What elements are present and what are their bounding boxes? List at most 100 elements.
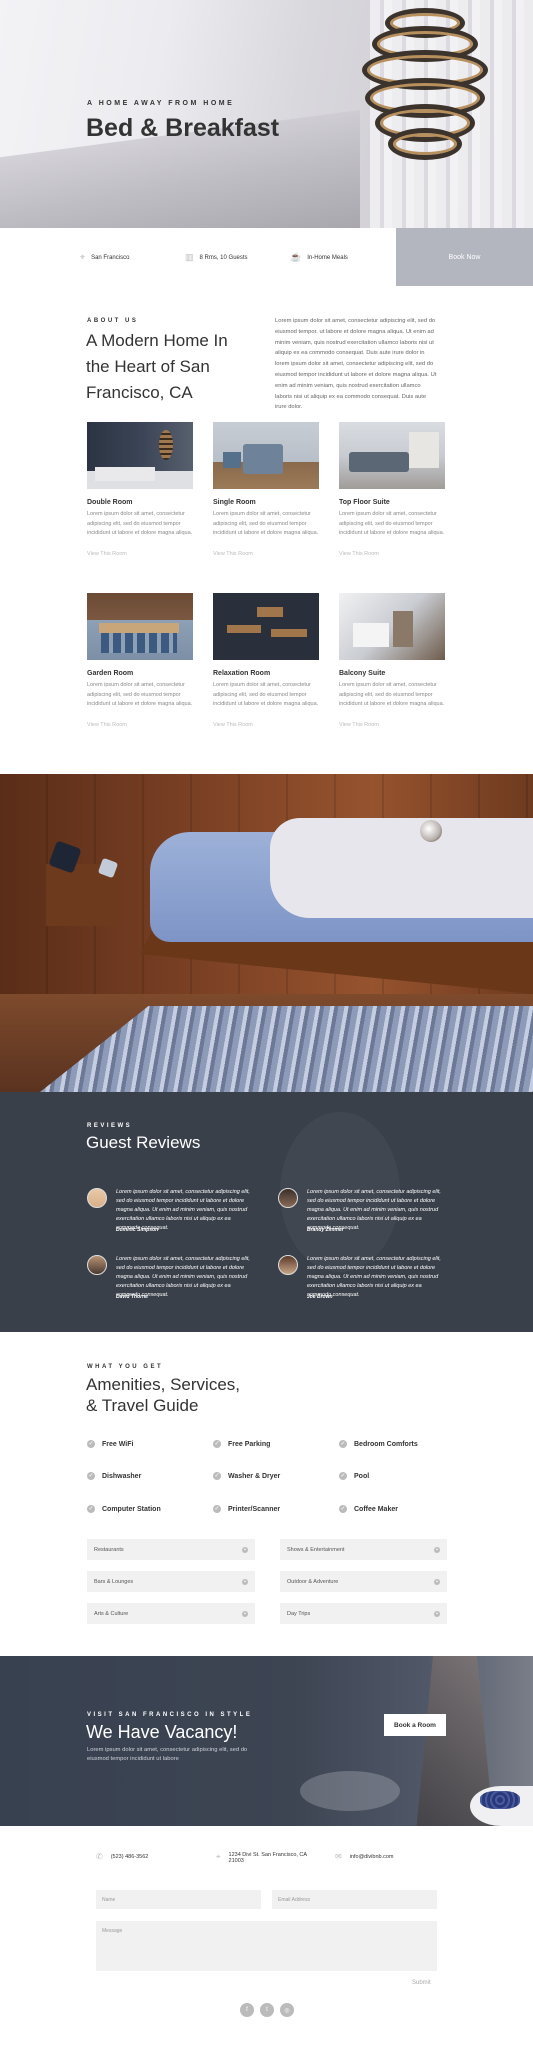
coffee-icon: ☕ bbox=[290, 252, 302, 262]
room-desc: Lorem ipsum dolor sit amet, consectetur … bbox=[213, 682, 319, 707]
about-body: Lorem ipsum dolor sit amet, consectetur … bbox=[275, 318, 437, 411]
guide-label: Bars & Lounges bbox=[94, 1578, 134, 1585]
check-icon: ✓ bbox=[87, 1440, 95, 1448]
guide-toggle-arts[interactable]: Arts & Culture + bbox=[87, 1603, 255, 1624]
reviewer-name: David Thorne bbox=[116, 1294, 148, 1300]
info-rooms: ▥ 8 Rms, 10 Guests bbox=[185, 252, 248, 263]
amenity-label: Printer/Scanner bbox=[228, 1505, 281, 1513]
message-textarea[interactable]: Message bbox=[96, 1921, 437, 1971]
amenity-item: ✓ Dishwasher bbox=[87, 1472, 141, 1480]
name-input[interactable]: Name bbox=[96, 1890, 261, 1909]
twitter-icon[interactable]: t bbox=[260, 2003, 274, 2017]
amenities-title-line1: Amenities, Services, bbox=[86, 1375, 240, 1394]
hero-title: Bed & Breakfast bbox=[86, 114, 280, 142]
amenity-label: Pool bbox=[354, 1472, 370, 1480]
amenity-label: Free WiFi bbox=[102, 1440, 134, 1448]
reviews-section bbox=[0, 1092, 533, 1332]
view-room-link[interactable]: View This Room bbox=[339, 722, 379, 728]
phone-icon: ✆ bbox=[96, 1852, 103, 1861]
building-icon: ▥ bbox=[185, 252, 194, 262]
guide-label: Arts & Culture bbox=[94, 1610, 129, 1617]
plus-icon: + bbox=[242, 1546, 248, 1553]
plus-icon: + bbox=[434, 1578, 440, 1585]
guide-label: Restaurants bbox=[94, 1546, 124, 1553]
room-desc: Lorem ipsum dolor sit amet, consectetur … bbox=[87, 511, 193, 536]
book-a-room-button[interactable]: Book a Room bbox=[384, 1714, 446, 1736]
vacancy-body: Lorem ipsum dolor sit amet, consectetur … bbox=[87, 1747, 248, 1762]
info-location-label: San Francisco bbox=[91, 254, 130, 261]
room-title: Single Room bbox=[213, 499, 256, 506]
check-icon: ✓ bbox=[213, 1505, 221, 1513]
book-now-button[interactable]: Book Now bbox=[396, 228, 533, 286]
room-title: Double Room bbox=[87, 499, 133, 506]
view-room-link[interactable]: View This Room bbox=[87, 722, 127, 728]
hero-eyebrow: A HOME AWAY FROM HOME bbox=[87, 100, 235, 107]
check-icon: ✓ bbox=[339, 1505, 347, 1513]
map-pin-icon: ⌖ bbox=[216, 1852, 221, 1861]
room-image-relaxation[interactable] bbox=[213, 593, 319, 660]
instagram-icon[interactable]: ◎ bbox=[280, 2003, 294, 2017]
amenity-item: ✓ Washer & Dryer bbox=[213, 1472, 280, 1480]
facebook-icon[interactable]: f bbox=[240, 2003, 254, 2017]
guide-toggle-outdoor[interactable]: Outdoor & Adventure + bbox=[280, 1571, 447, 1592]
check-icon: ✓ bbox=[339, 1472, 347, 1480]
about-title: A Modern Home In the Heart of San Franci… bbox=[86, 331, 228, 402]
view-room-link[interactable]: View This Room bbox=[213, 722, 253, 728]
amenity-label: Coffee Maker bbox=[354, 1505, 398, 1513]
info-meals: ☕ In-Home Meals bbox=[290, 252, 348, 263]
check-icon: ✓ bbox=[87, 1472, 95, 1480]
contact-phone-label: (523) 486-3562 bbox=[110, 1853, 149, 1860]
map-pin-icon: ⌖ bbox=[80, 252, 86, 262]
amenity-item: ✓ Bedroom Comforts bbox=[339, 1440, 418, 1448]
guide-label: Day Trips bbox=[287, 1610, 311, 1617]
room-image-top-floor[interactable] bbox=[339, 422, 445, 489]
room-image-garden[interactable] bbox=[87, 593, 193, 660]
guide-toggle-restaurants[interactable]: Restaurants + bbox=[87, 1539, 255, 1560]
room-image-double[interactable] bbox=[87, 422, 193, 489]
reviewer-avatar bbox=[87, 1255, 107, 1275]
plus-icon: + bbox=[242, 1610, 248, 1617]
info-meals-label: In-Home Meals bbox=[307, 254, 348, 261]
room-title: Balcony Suite bbox=[339, 670, 386, 677]
bedroom-banner bbox=[0, 774, 533, 1092]
submit-button[interactable]: Submit bbox=[412, 1980, 431, 1986]
room-image-single[interactable] bbox=[213, 422, 319, 489]
contact-address-line2: 21003 bbox=[228, 1858, 244, 1864]
amenity-label: Free Parking bbox=[228, 1440, 271, 1448]
plus-icon: + bbox=[242, 1578, 248, 1585]
room-image-balcony[interactable] bbox=[339, 593, 445, 660]
view-room-link[interactable]: View This Room bbox=[87, 551, 127, 557]
amenity-item: ✓ Pool bbox=[339, 1472, 369, 1480]
check-icon: ✓ bbox=[213, 1472, 221, 1480]
reviewer-name: Dominic Simpson bbox=[116, 1227, 159, 1233]
room-title: Garden Room bbox=[87, 670, 134, 677]
guide-toggle-daytrips[interactable]: Day Trips + bbox=[280, 1603, 447, 1624]
room-title: Top Floor Suite bbox=[339, 499, 390, 506]
amenities-eyebrow: WHAT YOU GET bbox=[87, 1364, 164, 1370]
room-desc: Lorem ipsum dolor sit amet, consectetur … bbox=[339, 511, 445, 536]
reviews-title: Guest Reviews bbox=[86, 1133, 201, 1152]
email-input[interactable]: Email Address bbox=[272, 1890, 437, 1909]
mail-icon: ✉ bbox=[335, 1852, 342, 1861]
plus-icon: + bbox=[434, 1546, 440, 1553]
room-title: Relaxation Room bbox=[213, 670, 271, 677]
room-desc: Lorem ipsum dolor sit amet, consectetur … bbox=[213, 511, 319, 536]
amenity-item: ✓ Computer Station bbox=[87, 1505, 161, 1513]
vacancy-banner bbox=[0, 1656, 533, 1826]
amenity-item: ✓ Free Parking bbox=[213, 1440, 270, 1448]
amenities-title-line2: & Travel Guide bbox=[86, 1396, 199, 1415]
info-rooms-label: 8 Rms, 10 Guests bbox=[199, 254, 248, 261]
contact-email-label[interactable]: info@divibnb.com bbox=[350, 1854, 394, 1860]
vacancy-title: We Have Vacancy! bbox=[86, 1722, 238, 1742]
view-room-link[interactable]: View This Room bbox=[339, 551, 379, 557]
check-icon: ✓ bbox=[213, 1440, 221, 1448]
contact-email: ✉ info@divibnb.com bbox=[335, 1852, 394, 1861]
view-room-link[interactable]: View This Room bbox=[213, 551, 253, 557]
amenity-item: ✓ Coffee Maker bbox=[339, 1505, 398, 1513]
room-desc: Lorem ipsum dolor sit amet, consectetur … bbox=[339, 682, 445, 707]
reviews-eyebrow: REVIEWS bbox=[87, 1123, 133, 1129]
guide-toggle-shows[interactable]: Shows & Entertainment + bbox=[280, 1539, 447, 1560]
amenity-label: Computer Station bbox=[102, 1505, 161, 1513]
guide-toggle-bars[interactable]: Bars & Lounges + bbox=[87, 1571, 255, 1592]
amenity-label: Bedroom Comforts bbox=[354, 1440, 418, 1448]
